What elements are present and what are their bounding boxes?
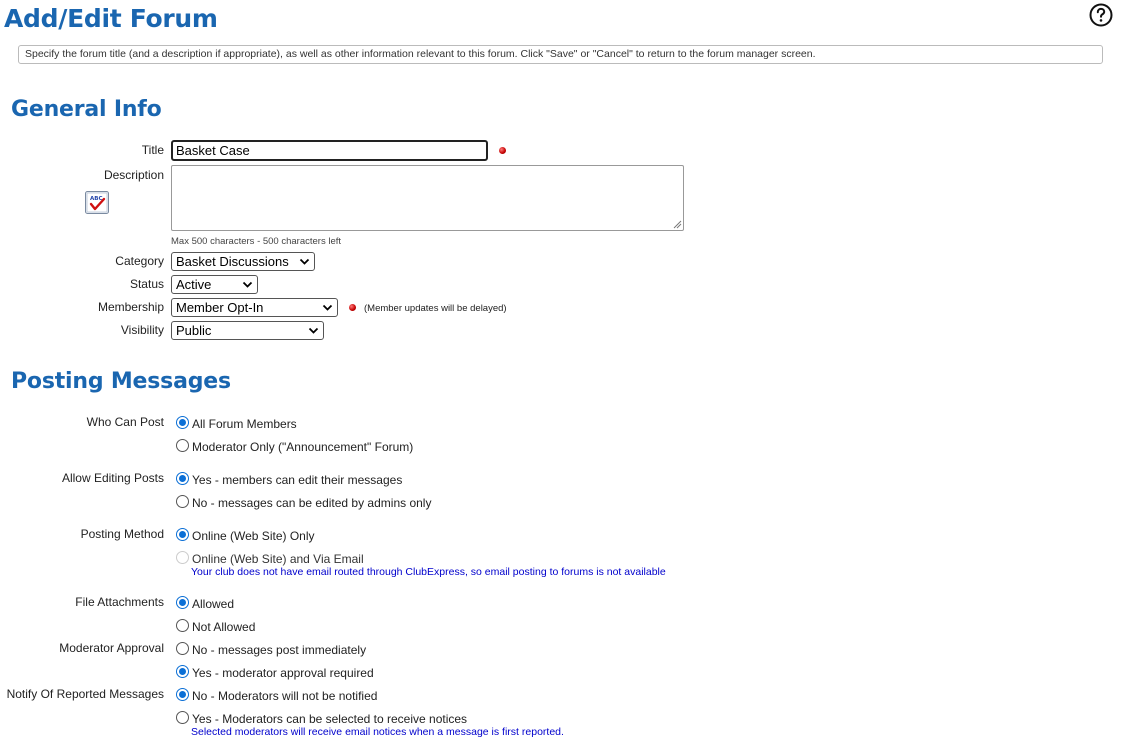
- instructions-box: Specify the forum title (and a descripti…: [18, 45, 1103, 64]
- posting-method-radio-online[interactable]: [176, 528, 189, 541]
- membership-note: (Member updates will be delayed): [364, 303, 507, 314]
- notify-reported-label: Notify Of Reported Messages: [6, 687, 164, 701]
- who-can-post-option-all: All Forum Members: [192, 417, 297, 431]
- posting-method-note: Your club does not have email routed thr…: [191, 566, 666, 578]
- notify-reported-note: Selected moderators will receive email n…: [191, 726, 564, 738]
- chevron-down-icon: [299, 258, 310, 265]
- visibility-value: Public: [176, 323, 212, 338]
- category-value: Basket Discussions: [176, 254, 289, 269]
- allow-editing-radio-yes[interactable]: [176, 472, 189, 485]
- who-can-post-option-moderator: Moderator Only ("Announcement" Forum): [192, 440, 414, 454]
- status-label: Status: [129, 277, 164, 291]
- notify-reported-radio-no[interactable]: [176, 688, 189, 701]
- posting-method-option-email: Online (Web Site) and Via Email: [192, 552, 364, 566]
- notify-reported-option-yes: Yes - Moderators can be selected to rece…: [192, 712, 468, 726]
- attachments-radio-allowed[interactable]: [176, 596, 189, 609]
- description-textarea[interactable]: [171, 165, 684, 231]
- chevron-down-icon: [242, 281, 253, 288]
- notify-reported-radio-yes[interactable]: [176, 711, 189, 724]
- page-title: Add/Edit Forum: [4, 4, 218, 33]
- who-can-post-radio-all[interactable]: [176, 416, 189, 429]
- visibility-select[interactable]: Public: [171, 321, 324, 340]
- attachments-label: File Attachments: [75, 595, 164, 609]
- status-value: Active: [176, 277, 212, 292]
- required-icon: [499, 147, 506, 154]
- status-select[interactable]: Active: [171, 275, 258, 294]
- chevron-down-icon: [308, 327, 319, 334]
- title-label: Title: [141, 143, 164, 157]
- moderator-approval-label: Moderator Approval: [59, 641, 164, 655]
- required-icon: [349, 304, 356, 311]
- resize-grip-icon[interactable]: [673, 220, 682, 229]
- description-label: Description: [103, 168, 164, 182]
- moderator-approval-option-yes: Yes - moderator approval required: [192, 666, 374, 680]
- attachments-option-not-allowed: Not Allowed: [192, 620, 256, 634]
- attachments-radio-not-allowed[interactable]: [176, 619, 189, 632]
- moderator-approval-radio-yes[interactable]: [176, 665, 189, 678]
- posting-method-option-online: Online (Web Site) Only: [192, 529, 315, 543]
- who-can-post-radio-moderator[interactable]: [176, 439, 189, 452]
- chevron-down-icon: [322, 304, 333, 311]
- allow-editing-option-yes: Yes - members can edit their messages: [192, 473, 403, 487]
- moderator-approval-radio-no[interactable]: [176, 642, 189, 655]
- attachments-option-allowed: Allowed: [192, 597, 235, 611]
- posting-messages-heading: Posting Messages: [11, 369, 231, 394]
- allow-editing-option-no: No - messages can be edited by admins on…: [192, 496, 432, 510]
- membership-value: Member Opt-In: [176, 300, 264, 315]
- posting-method-label: Posting Method: [80, 527, 164, 541]
- category-select[interactable]: Basket Discussions: [171, 252, 315, 271]
- moderator-approval-option-no: No - messages post immediately: [192, 643, 367, 657]
- membership-label: Membership: [97, 300, 164, 314]
- allow-editing-radio-no[interactable]: [176, 495, 189, 508]
- notify-reported-option-no: No - Moderators will not be notified: [192, 689, 378, 703]
- category-label: Category: [115, 254, 164, 268]
- help-icon[interactable]: [1089, 3, 1113, 27]
- general-info-heading: General Info: [11, 97, 162, 122]
- description-hint: Max 500 characters - 500 characters left: [171, 236, 342, 247]
- allow-editing-label: Allow Editing Posts: [61, 471, 164, 485]
- who-can-post-label: Who Can Post: [86, 415, 164, 429]
- membership-select[interactable]: Member Opt-In: [171, 298, 338, 317]
- title-input[interactable]: [171, 140, 488, 161]
- spellcheck-icon[interactable]: ABC: [85, 191, 109, 214]
- visibility-label: Visibility: [120, 323, 164, 337]
- posting-method-radio-email: [176, 551, 189, 564]
